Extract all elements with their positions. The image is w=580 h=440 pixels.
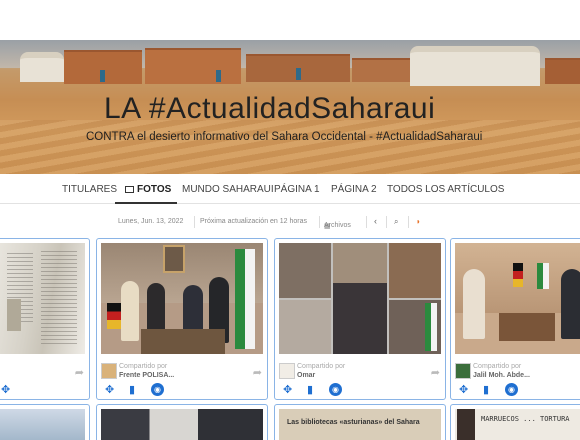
table [141, 329, 225, 354]
sharer-name[interactable]: Jalil Moh. Abde... [473, 372, 530, 379]
flag-algeria [425, 303, 437, 351]
protest-sign-text: MARRUECOS ... TORTURA [481, 415, 570, 423]
move-icon[interactable]: ✥ [459, 383, 468, 396]
sharer-name[interactable]: Frente POLISA... [119, 372, 174, 379]
move-icon[interactable]: ✥ [105, 383, 114, 396]
chevron-left-icon[interactable]: ‹ [374, 216, 377, 226]
divider [194, 216, 195, 228]
photo-card[interactable] [0, 404, 90, 440]
move-icon[interactable]: ✥ [283, 383, 292, 396]
card-photo[interactable]: MARRUECOS ... TORTURA [455, 409, 580, 440]
person [463, 269, 485, 339]
nav-item-label: MUNDO SAHARAUI [182, 184, 274, 195]
site-title[interactable]: LA #ActualidadSaharaui [104, 92, 435, 126]
sharer-name[interactable]: Omar [297, 372, 315, 379]
nav-item-todos-los-articulos[interactable]: TODOS LOS ARTÍCULOS [387, 184, 504, 195]
archive-label: Archivos [324, 222, 351, 229]
nav-item-label: PÁGINA 1 [274, 184, 320, 195]
trash-icon[interactable]: ▮ [129, 383, 135, 396]
card-photo[interactable] [0, 243, 85, 354]
banner-house [145, 48, 241, 84]
card-photo[interactable] [455, 243, 580, 354]
banner-tent [410, 46, 540, 86]
avatar [101, 363, 117, 379]
divider [408, 216, 409, 228]
photo-card[interactable]: Compartido por Omar ➦ ✥ ▮ ◉ [274, 238, 446, 400]
flag-algeria [537, 263, 549, 289]
trash-icon[interactable]: ▮ [483, 383, 489, 396]
card-photo[interactable] [101, 243, 263, 354]
card-photo[interactable] [101, 409, 263, 440]
current-date: Lunes, Jun. 13, 2022 [118, 218, 184, 225]
nav-item-mundo-saharaui[interactable]: MUNDO SAHARAUI [182, 184, 274, 195]
photo-card[interactable] [96, 404, 268, 440]
card-photo[interactable]: Las bibliotecas «asturianas» del Sahara [279, 409, 441, 440]
banner-tent [20, 52, 64, 82]
top-bar [0, 0, 580, 40]
nav-item-pagina-2[interactable]: PÁGINA 2 [331, 184, 377, 195]
divider [386, 216, 387, 228]
nav-item-pagina-1[interactable]: PÁGINA 1 [274, 184, 320, 195]
article-headline: Las bibliotecas «asturianas» del Sahara [287, 419, 420, 426]
main-nav: TITULARES FOTOS MUNDO SAHARAUI PÁGINA 1 … [0, 174, 580, 204]
share-icon[interactable]: ➦ [75, 366, 84, 379]
newspaper-image [7, 299, 21, 331]
newspaper-column [41, 251, 77, 347]
share-icon[interactable]: ➦ [253, 366, 262, 379]
meta-bar: Lunes, Jun. 13, 2022 Próxima actualizaci… [0, 214, 580, 230]
table [499, 313, 555, 341]
divider [366, 216, 367, 228]
shared-by-label: Compartido por [119, 363, 168, 370]
next-update-text: Próxima actualización en 12 horas [200, 218, 308, 225]
globe-icon[interactable]: ◉ [329, 383, 342, 396]
photo-card[interactable]: Compartido por Frente POLISA... ➦ ✥ ▮ ◉ [96, 238, 268, 400]
card-photo[interactable] [0, 409, 85, 440]
globe-icon[interactable]: ◉ [151, 383, 164, 396]
photo-card[interactable]: Las bibliotecas «asturianas» del Sahara [274, 404, 446, 440]
nav-item-fotos[interactable]: FOTOS [114, 184, 178, 204]
photo-card[interactable]: MARRUECOS ... TORTURA [450, 404, 580, 440]
nav-item-label: TODOS LOS ARTÍCULOS [387, 184, 505, 195]
banner-house [545, 58, 580, 84]
globe-icon[interactable]: ◉ [505, 383, 518, 396]
nav-item-label: PÁGINA 2 [331, 184, 377, 195]
flag-germany [107, 303, 121, 329]
site-subtitle: CONTRA el desierto informativo del Sahar… [86, 131, 483, 143]
photo-frame [163, 245, 185, 273]
banner-dunes [0, 120, 580, 174]
collage-tile [389, 243, 441, 298]
banner-house [352, 58, 410, 82]
collage-tile [333, 283, 387, 354]
banner-door [100, 70, 105, 82]
header-banner: LA #ActualidadSaharaui CONTRA el desiert… [0, 40, 580, 174]
nav-item-label: FOTOS [137, 184, 172, 195]
banner-door [216, 70, 221, 82]
rss-icon[interactable]: ◗ [416, 217, 421, 226]
trash-icon[interactable]: ▮ [307, 383, 313, 396]
flag-algeria [235, 249, 255, 349]
photo-card[interactable]: ➦ ✥ [0, 238, 90, 400]
collage-tile [279, 300, 331, 354]
person [457, 409, 475, 440]
banner-door [296, 68, 301, 80]
avatar [279, 363, 295, 379]
move-icon[interactable]: ✥ [1, 383, 10, 396]
avatar [455, 363, 471, 379]
card-photo[interactable] [279, 243, 441, 354]
person [561, 269, 580, 339]
shared-by-label: Compartido por [297, 363, 346, 370]
flag-germany [513, 263, 523, 287]
collage-tile [279, 243, 331, 298]
nav-item-label: TITULARES [62, 184, 118, 195]
search-icon[interactable]: ⌕ [394, 217, 398, 227]
person [121, 281, 139, 341]
shared-by-label: Compartido por [473, 363, 522, 370]
share-icon[interactable]: ➦ [431, 366, 440, 379]
image-icon [125, 186, 134, 193]
nav-item-titulares[interactable]: TITULARES [62, 184, 117, 195]
divider [319, 216, 320, 228]
photo-card[interactable]: Compartido por Jalil Moh. Abde... ✥ ▮ ◉ [450, 238, 580, 400]
